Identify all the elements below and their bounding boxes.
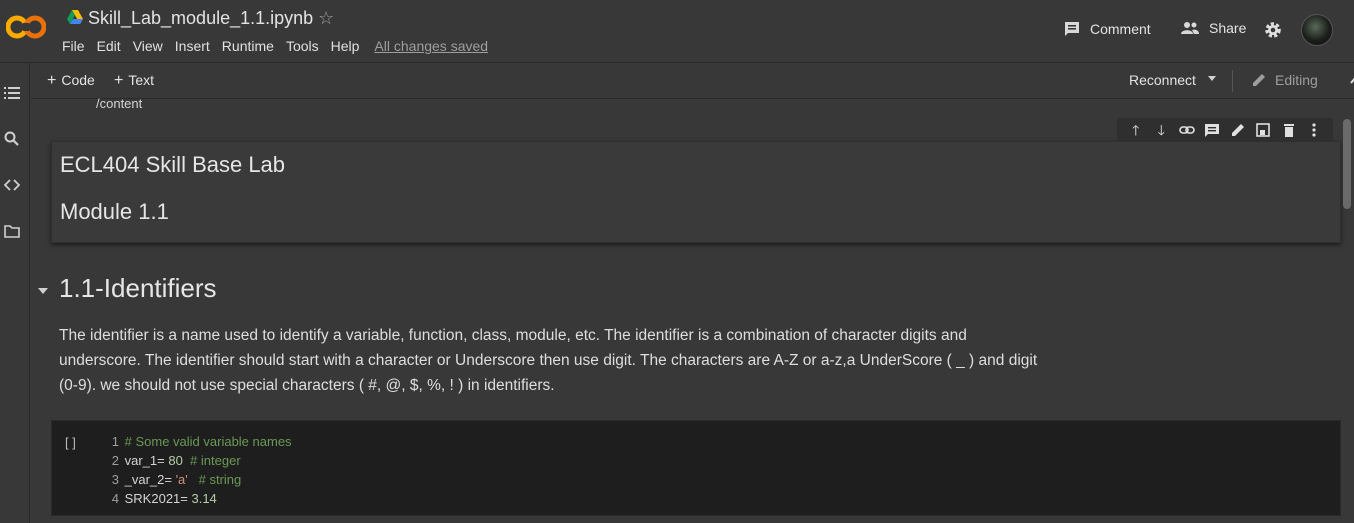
code-comment: # Some valid variable names	[124, 434, 292, 449]
markdown-cell[interactable]: ECL404 Skill Base Lab Module 1.1	[51, 141, 1341, 243]
paragraph-line: underscore. The identifier should start …	[59, 352, 1038, 369]
menu-edit[interactable]: Edit	[97, 38, 121, 54]
pencil-icon	[1253, 74, 1265, 86]
add-code-label: Code	[61, 72, 95, 88]
cell-toolbar: 🡑 🡓	[1117, 118, 1333, 142]
menu-view[interactable]: View	[133, 38, 163, 54]
avatar[interactable]	[1301, 14, 1333, 46]
editing-label: Editing	[1275, 72, 1318, 88]
add-text-button[interactable]: + Text	[114, 72, 154, 90]
search-icon[interactable]	[4, 131, 20, 147]
scrollbar[interactable]	[1343, 119, 1351, 209]
menu-file[interactable]: File	[62, 38, 85, 54]
comment-label: Comment	[1090, 21, 1151, 37]
code-text: _var_2=	[124, 472, 176, 487]
code-string: 'a'	[175, 472, 188, 487]
toolbar-divider	[1232, 70, 1233, 92]
code-text: var_1=	[124, 453, 169, 468]
chevron-down-icon[interactable]	[1208, 76, 1216, 81]
menu-tools[interactable]: Tools	[286, 38, 319, 54]
plus-icon: +	[114, 72, 124, 89]
add-code-button[interactable]: + Code	[47, 72, 95, 90]
colab-logo[interactable]	[6, 13, 46, 41]
line-number: 2	[111, 453, 119, 468]
run-cell-button[interactable]: [ ]	[65, 435, 76, 450]
code-line: 4 SRK2021= 3.14	[105, 489, 292, 508]
add-text-label: Text	[128, 72, 155, 88]
save-status[interactable]: All changes saved	[374, 38, 488, 54]
chevron-up-icon[interactable]	[1349, 73, 1354, 87]
share-button[interactable]: Share	[1180, 20, 1246, 36]
table-of-contents-icon[interactable]	[4, 85, 20, 101]
code-line: 3 _var_2= 'a' # string	[105, 470, 292, 489]
line-number: 4	[111, 491, 119, 506]
code-cell[interactable]: [ ] 1 # Some valid variable names 2 var_…	[51, 420, 1341, 516]
section-paragraph: The identifier is a name used to identif…	[59, 323, 1069, 398]
code-snippets-icon[interactable]	[4, 177, 20, 193]
share-label: Share	[1209, 20, 1247, 36]
section-collapse-icon[interactable]	[38, 288, 48, 294]
star-icon[interactable]: ☆	[318, 8, 334, 29]
comment-icon	[1065, 22, 1079, 36]
plus-icon: +	[47, 72, 57, 89]
reconnect-button[interactable]: Reconnect	[1129, 72, 1196, 88]
code-line: 2 var_1= 80 # integer	[105, 451, 292, 470]
code-comment: # string	[187, 472, 242, 487]
gear-icon[interactable]	[1263, 20, 1283, 40]
markdown-subheading: Module 1.1	[60, 199, 169, 224]
link-icon[interactable]	[1178, 122, 1195, 138]
comment-icon[interactable]	[1204, 122, 1220, 138]
paragraph-line: (0-9). we should not use special charact…	[59, 377, 555, 394]
arrow-down-icon[interactable]: 🡓	[1153, 122, 1169, 138]
menu-runtime[interactable]: Runtime	[222, 38, 274, 54]
menu-insert[interactable]: Insert	[175, 38, 210, 54]
arrow-up-icon[interactable]: 🡑	[1128, 122, 1144, 138]
cell-output: /content	[96, 96, 143, 111]
more-vert-icon[interactable]	[1306, 122, 1322, 138]
mirror-cell-icon[interactable]	[1255, 122, 1271, 138]
left-rail	[0, 63, 30, 523]
app-header: Skill_Lab_module_1.1.ipynb ☆ File Edit V…	[0, 0, 1354, 63]
editing-mode-button[interactable]: Editing	[1251, 72, 1318, 88]
code-comment: # integer	[182, 453, 241, 468]
delete-icon[interactable]	[1281, 122, 1297, 138]
folder-icon[interactable]	[4, 223, 20, 239]
markdown-heading: ECL404 Skill Base Lab	[60, 152, 286, 177]
notebook-content: /content ECL404 Skill Base Lab Module 1.…	[31, 96, 1354, 523]
line-number: 1	[111, 434, 119, 449]
menu-help[interactable]: Help	[331, 38, 360, 54]
notebook-toolbar: + Code + Text Reconnect Editing	[31, 63, 1354, 99]
code-line: 1 # Some valid variable names	[105, 432, 292, 451]
paragraph-line: The identifier is a name used to identif…	[59, 327, 967, 344]
section-heading: 1.1-Identifiers	[59, 273, 217, 303]
people-icon	[1181, 22, 1199, 34]
comment-button[interactable]: Comment	[1063, 20, 1151, 38]
line-number: 3	[111, 472, 119, 487]
code-text: SRK2021=	[124, 491, 192, 506]
code-number: 80	[168, 453, 183, 468]
pencil-icon[interactable]	[1230, 122, 1246, 138]
drive-icon[interactable]	[67, 10, 83, 24]
notebook-title[interactable]: Skill_Lab_module_1.1.ipynb	[88, 8, 313, 29]
code-number: 3.14	[191, 491, 217, 506]
menu-bar: File Edit View Insert Runtime Tools Help…	[62, 38, 500, 54]
code-editor[interactable]: 1 # Some valid variable names 2 var_1= 8…	[105, 432, 292, 508]
